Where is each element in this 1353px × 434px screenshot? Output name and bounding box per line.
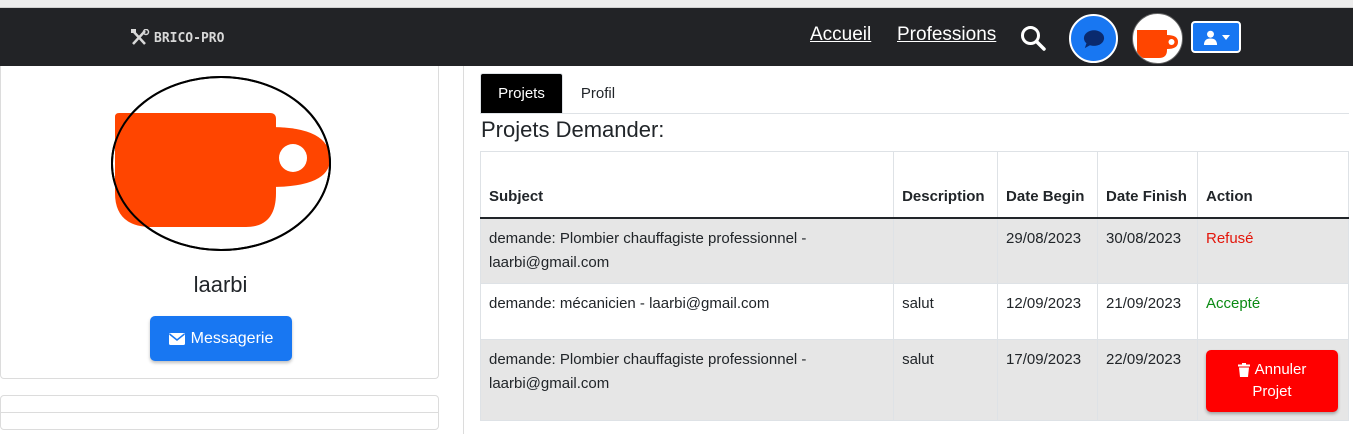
chat-bubble-icon (1083, 29, 1104, 48)
trash-icon (1237, 363, 1250, 377)
cell-action: Annuler Projet (1196, 339, 1350, 421)
projects-table: Subject Description Date Begin Date Fini… (479, 151, 1350, 421)
messagerie-button[interactable]: Messagerie (150, 316, 292, 361)
cell-action: Accepté (1196, 283, 1350, 340)
cell-description: salut (893, 339, 999, 421)
cell-subject: demande: mécanicien - laarbi@gmail.com (479, 283, 895, 340)
header-action: Action (1196, 151, 1350, 219)
user-icon (1203, 30, 1217, 45)
table-row: demande: Plombier chauffagiste professio… (479, 339, 1350, 421)
table-row: demande: Plombier chauffagiste professio… (479, 217, 1350, 284)
header-subject: Subject (479, 151, 895, 219)
profile-username: laarbi (193, 272, 248, 297)
table-row: demande: mécanicien - laarbi@gmail.com s… (479, 283, 1350, 340)
header-description: Description (893, 151, 999, 219)
annuler-label: Annuler (1254, 361, 1307, 378)
cell-description (893, 217, 999, 284)
status-refuse: Refusé (1205, 229, 1254, 247)
brand-logo[interactable]: BRICO-PRO (130, 27, 224, 49)
user-menu-dropdown[interactable] (1191, 21, 1241, 53)
tools-icon (131, 29, 150, 45)
cell-date-finish: 21/09/2023 (1097, 283, 1198, 340)
cell-date-begin: 12/09/2023 (997, 283, 1099, 340)
table-header-row: Subject Description Date Begin Date Fini… (479, 151, 1350, 219)
cell-date-begin: 17/09/2023 (997, 339, 1099, 421)
card-divider (1, 412, 438, 413)
status-accepte: Accepté (1205, 295, 1261, 312)
search-icon[interactable] (1019, 24, 1047, 52)
cell-subject: demande: Plombier chauffagiste professio… (479, 339, 895, 421)
section-title: Projets Demander: (481, 117, 665, 142)
column-divider (463, 66, 464, 434)
browser-top-strip (0, 0, 1353, 8)
cell-description: salut (893, 283, 999, 340)
header-date-begin: Date Begin (997, 151, 1099, 219)
nav-link-accueil[interactable]: Accueil (810, 24, 871, 46)
navbar: BRICO-PRO Accueil Professions (0, 8, 1353, 66)
nav-link-professions[interactable]: Professions (897, 24, 996, 46)
profile-avatar (110, 75, 332, 252)
brand-name: BRICO-PRO (154, 30, 225, 46)
tab-projets[interactable]: Projets (480, 73, 563, 114)
tab-bar: Projets Profil (480, 73, 1349, 114)
tab-profil[interactable]: Profil (563, 73, 633, 114)
nav-avatar[interactable] (1132, 13, 1183, 64)
annuler-projet-button[interactable]: Annuler Projet (1205, 350, 1338, 412)
chat-button[interactable] (1069, 14, 1118, 63)
header-date-finish: Date Finish (1097, 151, 1198, 219)
cell-action: Refusé (1196, 217, 1350, 284)
cell-date-finish: 30/08/2023 (1097, 217, 1198, 284)
cell-date-finish: 22/09/2023 (1097, 339, 1198, 421)
profile-secondary-card (0, 395, 439, 430)
profile-card: laarbi Messagerie (0, 66, 439, 379)
projet-label: Projet (1252, 383, 1292, 400)
caret-down-icon (1221, 34, 1230, 40)
envelope-icon (168, 332, 185, 345)
cell-date-begin: 29/08/2023 (997, 217, 1099, 284)
messagerie-label: Messagerie (190, 329, 274, 347)
cell-subject: demande: Plombier chauffagiste professio… (479, 217, 895, 284)
